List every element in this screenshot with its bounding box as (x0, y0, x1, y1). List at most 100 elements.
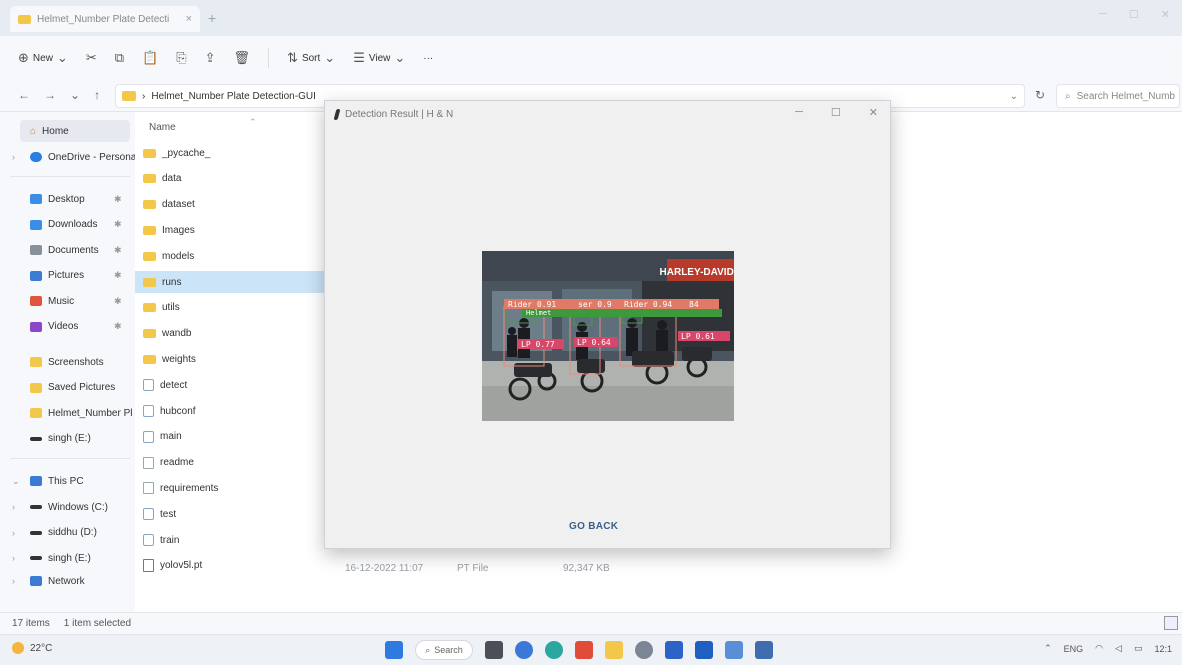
forward-arrow-icon[interactable]: → (44, 88, 56, 102)
recent-chevron-icon[interactable]: ⌄ (70, 88, 80, 102)
file-row[interactable]: readme (135, 452, 325, 474)
file-explorer-icon[interactable] (605, 641, 623, 659)
expand-icon[interactable]: › (12, 553, 15, 563)
maximize-icon[interactable]: ☐ (1129, 8, 1139, 21)
sidebar-item-documents[interactable]: Documents ✱ (0, 239, 135, 261)
cut-icon[interactable]: ✂ (86, 50, 97, 66)
paste-icon[interactable]: 📋 (142, 50, 158, 66)
file-row[interactable]: yolov5l.pt (135, 555, 325, 577)
file-row[interactable]: train (135, 529, 325, 551)
sidebar-item-desktop[interactable]: Desktop ✱ (0, 188, 135, 210)
pin-icon[interactable]: ✱ (114, 219, 122, 230)
pin-icon[interactable]: ✱ (114, 245, 122, 256)
photos-icon[interactable] (725, 641, 743, 659)
detection-label: Helmet (526, 309, 551, 317)
sidebar-item-drive[interactable]: › siddhu (D:) (0, 522, 135, 544)
file-row[interactable]: detect (135, 374, 325, 396)
sidebar-item-drive[interactable]: › singh (E:) (0, 547, 135, 569)
downloads-icon (30, 219, 42, 230)
column-header-name[interactable]: Name ⌃ (149, 117, 257, 133)
edge-browser-icon[interactable] (545, 641, 563, 659)
file-row[interactable]: utils (135, 297, 325, 319)
start-icon[interactable] (385, 641, 403, 659)
sidebar-item-home[interactable]: ⌂ Home (20, 120, 130, 142)
pin-icon[interactable]: ✱ (114, 194, 122, 205)
file-row[interactable]: weights (135, 348, 325, 370)
pin-icon[interactable]: ✱ (114, 270, 122, 281)
file-row[interactable]: wandb (135, 323, 325, 345)
sort-button[interactable]: ⇅ Sort ⌄ (287, 50, 335, 66)
volume-icon[interactable]: ◁ (1115, 643, 1122, 654)
file-date: 16-12-2022 11:07 (345, 563, 424, 574)
sidebar-item-folder[interactable]: singh (E:) (0, 428, 135, 450)
sidebar-item-drive[interactable]: › Windows (C:) (0, 496, 135, 518)
clock[interactable]: 12:1 (1154, 644, 1172, 654)
refresh-icon[interactable]: ↻ (1035, 88, 1045, 102)
rename-icon[interactable]: ⎘ (176, 50, 186, 66)
sidebar-item-folder[interactable]: Saved Pictures (0, 377, 135, 399)
explorer-tab[interactable]: Helmet_Number Plate Detecti × (10, 6, 200, 32)
pin-icon[interactable]: ✱ (114, 321, 122, 332)
task-view-icon[interactable] (485, 641, 503, 659)
minimize-icon[interactable]: ─ (1099, 8, 1107, 21)
sidebar-item-network[interactable]: › Network (0, 570, 135, 592)
close-icon[interactable]: ✕ (869, 106, 878, 119)
up-arrow-icon[interactable]: ↑ (94, 88, 100, 102)
new-button[interactable]: ⊕ New ⌄ (18, 50, 68, 66)
sidebar-item-music[interactable]: Music ✱ (0, 290, 135, 312)
sidebar-item-folder[interactable]: Helmet_Number Pl (0, 402, 135, 424)
minimize-icon[interactable]: ─ (795, 106, 803, 119)
close-window-icon[interactable]: ✕ (1161, 8, 1170, 21)
details-view-toggle[interactable] (1164, 616, 1178, 630)
sidebar-item-videos[interactable]: Videos ✱ (0, 316, 135, 338)
chat-icon[interactable] (515, 641, 533, 659)
address-dropdown-icon[interactable]: ⌄ (1010, 91, 1018, 102)
file-row[interactable]: _pycache_ (135, 142, 325, 164)
vscode-icon[interactable] (695, 641, 713, 659)
sidebar-item-this-pc[interactable]: ⌄ This PC (0, 470, 135, 492)
go-back-button[interactable]: GO BACK (569, 521, 618, 532)
share-icon[interactable]: ⇪ (205, 50, 216, 66)
view-button[interactable]: ☰ View ⌄ (353, 50, 405, 66)
expand-icon[interactable]: › (12, 576, 15, 586)
file-row[interactable]: models (135, 245, 325, 267)
file-row[interactable]: test (135, 503, 325, 525)
pin-icon[interactable]: ✱ (114, 296, 122, 307)
sidebar-item-pictures[interactable]: Pictures ✱ (0, 265, 135, 287)
sidebar-item-onedrive[interactable]: › OneDrive - Persona (0, 146, 135, 168)
file-name: readme (160, 457, 194, 469)
close-tab-icon[interactable]: × (186, 13, 192, 25)
store-icon[interactable] (665, 641, 683, 659)
expand-icon[interactable]: ⌄ (12, 476, 20, 487)
more-options-button[interactable]: ··· (423, 53, 433, 64)
file-row[interactable]: requirements (135, 477, 325, 499)
weather-widget[interactable]: 22°C (12, 642, 52, 654)
maximize-icon[interactable]: ☐ (831, 106, 841, 119)
copy-icon[interactable]: ⧉ (115, 50, 124, 66)
back-arrow-icon[interactable]: ← (18, 88, 30, 102)
breadcrumb[interactable]: Helmet_Number Plate Detection-GUI (151, 91, 316, 102)
file-row[interactable]: main (135, 426, 325, 448)
app-feather-icon (333, 108, 341, 120)
file-row[interactable]: data (135, 168, 325, 190)
tray-chevron-icon[interactable]: ⌃ (1044, 643, 1052, 654)
sidebar-item-downloads[interactable]: Downloads ✱ (0, 214, 135, 236)
file-row[interactable]: Images (135, 219, 325, 241)
python-app-icon[interactable] (755, 641, 773, 659)
expand-icon[interactable]: › (12, 528, 15, 538)
sidebar-item-folder[interactable]: Screenshots (0, 351, 135, 373)
settings-icon[interactable] (635, 641, 653, 659)
wifi-icon[interactable]: ◠ (1095, 643, 1103, 654)
search-input[interactable]: ⌕ Search Helmet_Numb (1056, 84, 1180, 108)
gmail-icon[interactable] (575, 641, 593, 659)
new-tab-button[interactable]: + (208, 10, 216, 26)
expand-icon[interactable]: › (12, 502, 15, 512)
file-row[interactable]: hubconf (135, 400, 325, 422)
delete-icon[interactable]: 🗑 (234, 50, 251, 66)
expand-icon[interactable]: › (12, 152, 15, 162)
file-row[interactable]: dataset (135, 194, 325, 216)
language-indicator[interactable]: ENG (1064, 644, 1084, 654)
taskbar-search[interactable]: ⌕ Search (415, 640, 473, 660)
battery-icon[interactable]: ▭ (1134, 643, 1143, 654)
file-row[interactable]: runs (135, 271, 325, 293)
